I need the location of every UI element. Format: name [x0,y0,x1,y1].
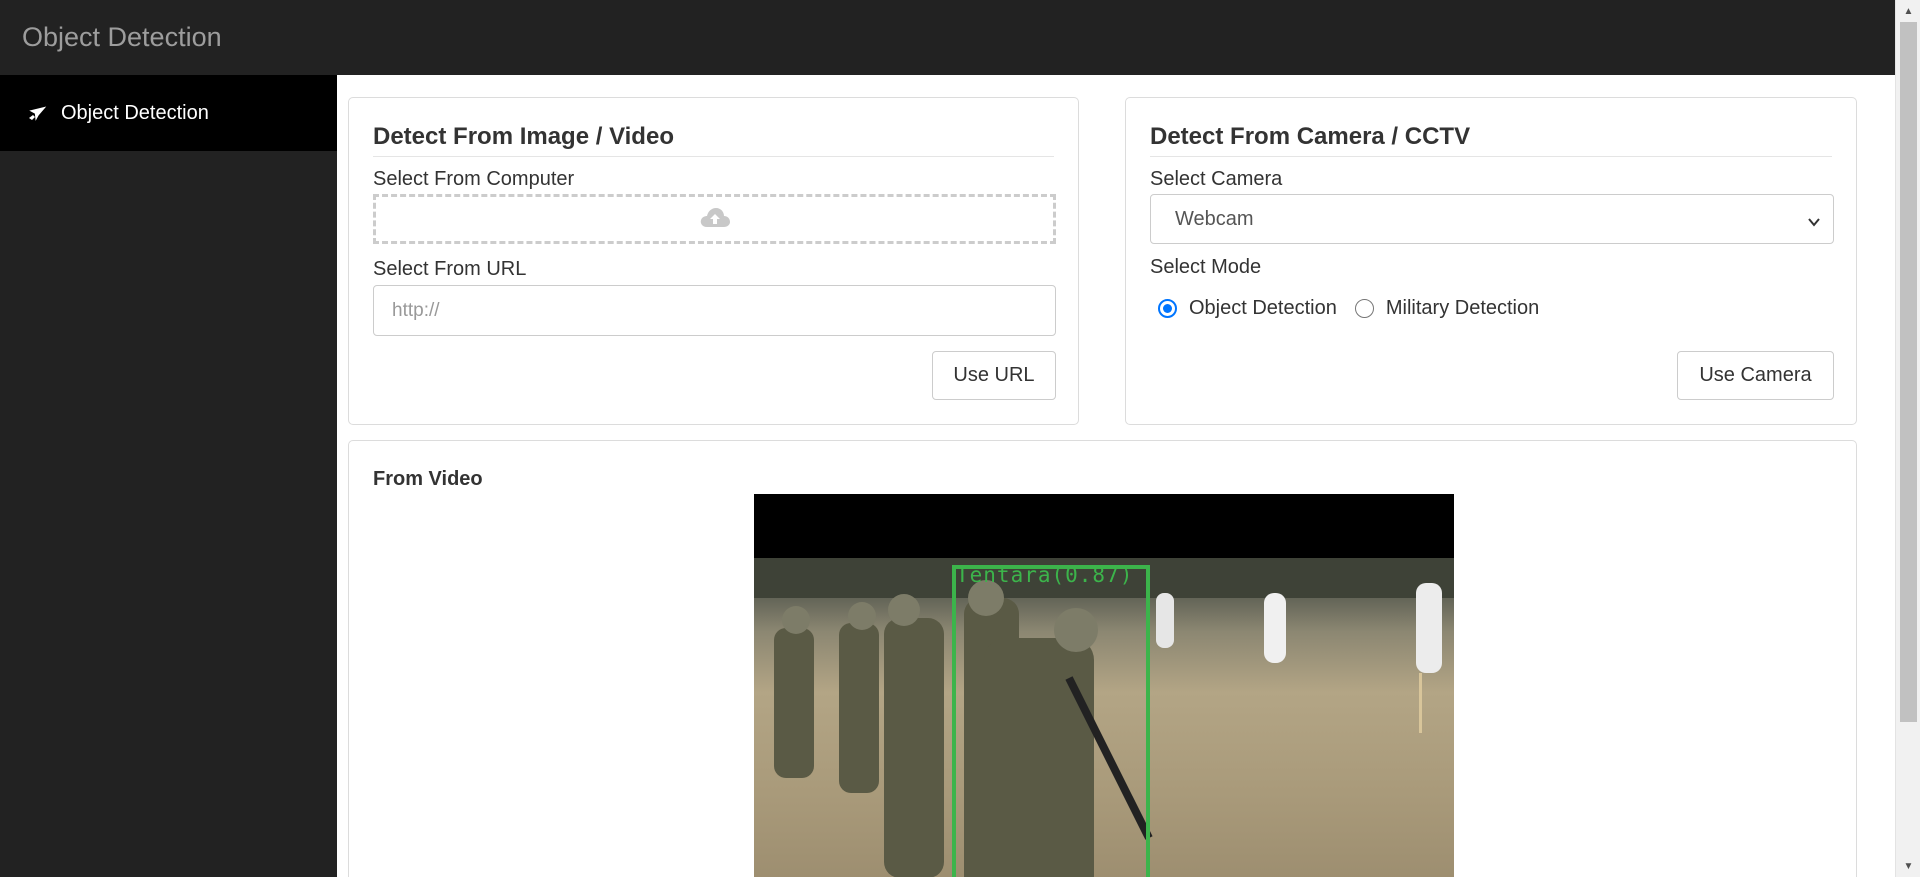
navbar-brand[interactable]: Object Detection [22,22,222,53]
mode-radio-group: Object Detection Military Detection [1158,297,1557,320]
select-computer-label: Select From Computer [373,168,575,190]
camera-card: Detect From Camera / CCTV Select Camera … [1125,97,1857,425]
url-input[interactable] [373,285,1056,336]
sidebar-item-label: Object Detection [61,101,209,124]
detection-label: Tentara(0.87) [956,563,1134,587]
divider [1150,156,1832,157]
divider [373,156,1054,157]
radio-object-detection[interactable] [1158,299,1177,318]
sidebar-item-object-detection[interactable]: Object Detection [0,75,337,151]
scroll-down-arrow-icon[interactable]: ▼ [1896,855,1920,877]
radio-label-military-detection[interactable]: Military Detection [1386,297,1539,320]
sidebar: Object Detection [0,75,337,877]
plane-icon [27,103,47,123]
cloud-upload-icon [699,205,731,234]
camera-select-value: Webcam [1175,207,1254,230]
video-card-title: From Video [373,468,483,490]
image-card-title: Detect From Image / Video [373,123,674,150]
camera-card-title: Detect From Camera / CCTV [1150,123,1471,150]
page-scrollbar[interactable]: ▲ ▼ [1895,0,1920,877]
scroll-up-arrow-icon[interactable]: ▲ [1896,0,1920,22]
image-video-card: Detect From Image / Video Select From Co… [348,97,1079,425]
camera-select[interactable]: Webcam [1150,194,1834,244]
use-camera-button[interactable]: Use Camera [1677,351,1834,400]
chevron-down-icon [1807,212,1821,235]
top-navbar: Object Detection [0,0,1895,75]
video-card: From Video Tentara(0.87) [348,440,1857,877]
select-camera-label: Select Camera [1150,168,1283,190]
scrollbar-thumb[interactable] [1900,22,1917,722]
radio-label-object-detection[interactable]: Object Detection [1189,297,1337,320]
file-dropzone[interactable] [373,194,1056,244]
detection-bounding-box [952,565,1150,877]
use-url-button[interactable]: Use URL [932,351,1056,400]
select-mode-label: Select Mode [1150,256,1262,278]
select-url-label: Select From URL [373,258,527,280]
video-player[interactable]: Tentara(0.87) [754,494,1454,877]
radio-military-detection[interactable] [1354,299,1374,318]
